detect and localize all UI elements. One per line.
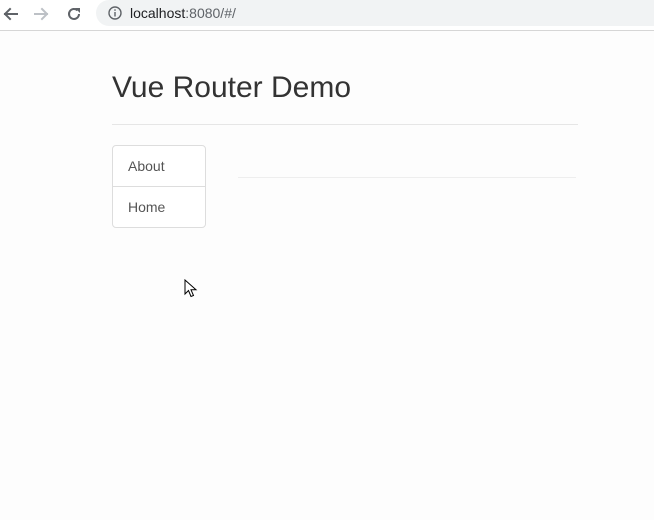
page-title: Vue Router Demo	[112, 71, 352, 104]
url-text[interactable]: localhost:8080/#/	[130, 4, 236, 22]
browser-toolbar: localhost:8080/#/	[0, 0, 654, 31]
title-divider	[112, 124, 578, 125]
url-host: localhost	[130, 5, 186, 21]
reload-icon	[68, 7, 80, 20]
nav-list: About Home	[112, 145, 206, 228]
address-bar[interactable]: localhost:8080/#/	[96, 0, 654, 26]
arrow-left-icon	[3, 7, 18, 21]
reload-button[interactable]	[64, 4, 84, 24]
router-view-divider	[238, 177, 576, 178]
info-icon[interactable]	[108, 6, 122, 20]
url-path: :8080/#/	[185, 5, 236, 21]
mouse-cursor-icon	[184, 279, 198, 298]
forward-button[interactable]	[32, 4, 52, 24]
nav-item-about[interactable]: About	[113, 146, 205, 186]
back-button[interactable]	[0, 4, 20, 24]
nav-item-home[interactable]: Home	[113, 186, 205, 227]
arrow-right-icon	[34, 7, 49, 21]
